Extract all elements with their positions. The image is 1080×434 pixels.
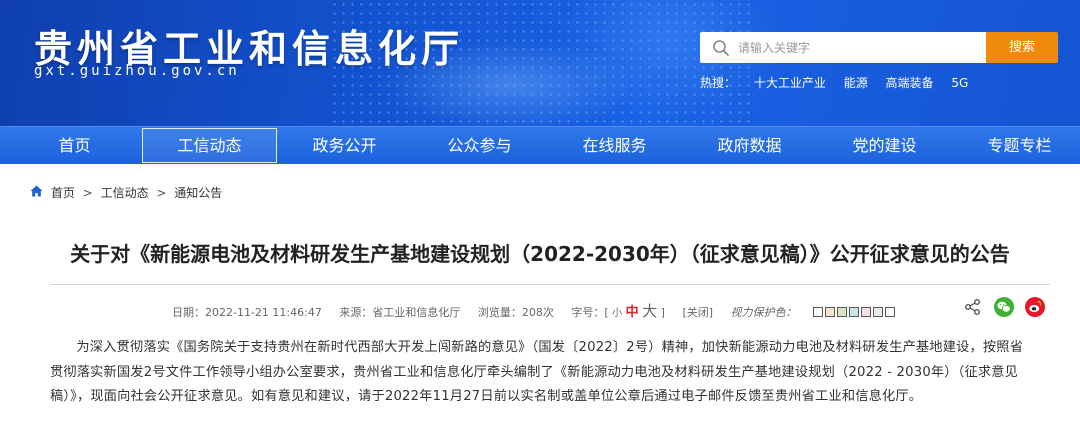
font-size-small-button[interactable]: 小 — [612, 308, 622, 319]
hot-link[interactable]: 5G — [951, 76, 968, 90]
breadcrumb-home[interactable]: 首页 — [51, 186, 75, 200]
search-box — [700, 32, 986, 63]
font-size-large-button[interactable]: 大 — [642, 302, 657, 320]
eye-care-color-swatch[interactable] — [812, 307, 823, 317]
nav-item-participation[interactable]: 公众参与 — [412, 127, 547, 165]
breadcrumb-separator: > — [156, 185, 167, 200]
eye-care-color-swatch[interactable] — [836, 307, 847, 317]
nav-item-news[interactable]: 工信动态 — [142, 128, 277, 163]
page: 贵州省工业和信息化厅 gxt.guizhou.gov.cn 搜索 热搜： 十大工… — [0, 0, 1080, 434]
eye-care-color-swatch[interactable] — [860, 307, 871, 317]
article-meta: 日期：2022-11-21 11:46:47 来源：省工业和信息化厅 浏览量：2… — [172, 300, 909, 321]
hot-search-label: 热搜： — [700, 76, 737, 90]
breadcrumb-notices[interactable]: 通知公告 — [174, 186, 222, 200]
breadcrumb-news[interactable]: 工信动态 — [101, 186, 149, 200]
nav-item-public-affairs[interactable]: 政务公开 — [277, 127, 412, 165]
close-button[interactable]: [关闭] — [682, 306, 713, 319]
eye-care-color-swatch[interactable] — [824, 307, 835, 317]
nav-item-home[interactable]: 首页 — [7, 127, 142, 165]
font-size-control: 字号：[ 小 中 大 ] — [571, 302, 668, 320]
search-icon — [713, 40, 729, 56]
hot-link[interactable]: 能源 — [844, 74, 868, 91]
main-nav: 首页 工信动态 政务公开 公众参与 在线服务 政府数据 党的建设 专题专栏 — [0, 126, 1080, 164]
hot-search-bar: 热搜： 十大工业产业 能源 高端装备 5G — [700, 74, 982, 92]
breadcrumb: 首页 > 工信动态 > 通知公告 — [30, 184, 222, 200]
publish-date: 日期：2022-11-21 11:46:47 — [172, 306, 322, 319]
eye-care-color-swatch[interactable] — [884, 307, 895, 317]
search-button[interactable]: 搜索 — [986, 32, 1058, 63]
weibo-icon[interactable] — [1025, 296, 1046, 317]
font-size-label: 字号： — [571, 306, 605, 319]
site-domain: gxt.guizhou.gov.cn — [34, 63, 240, 79]
nav-item-online-service[interactable]: 在线服务 — [547, 127, 682, 165]
wechat-icon[interactable] — [994, 296, 1015, 317]
share-icon[interactable] — [963, 297, 983, 317]
eye-care-swatches — [811, 306, 895, 319]
eye-care-color-swatch[interactable] — [872, 307, 883, 317]
nav-item-special-topics[interactable]: 专题专栏 — [952, 127, 1080, 165]
breadcrumb-separator: > — [82, 185, 93, 200]
nav-item-gov-data[interactable]: 政府数据 — [682, 127, 817, 165]
search-input[interactable] — [738, 32, 982, 63]
title-divider — [50, 284, 1050, 285]
bracket-open: [ — [604, 306, 609, 319]
bracket-close: ] — [660, 306, 665, 319]
hot-link[interactable]: 高端装备 — [886, 74, 934, 91]
article-source: 来源：省工业和信息化厅 — [339, 306, 461, 319]
view-count: 浏览量：208次 — [477, 306, 554, 319]
hot-link[interactable]: 十大工业产业 — [754, 74, 826, 91]
eye-care-color-label: 视力保护色： — [730, 306, 797, 319]
nav-item-party-building[interactable]: 党的建设 — [817, 127, 952, 165]
article-title: 关于对《新能源电池及材料研发生产基地建设规划（2022-2030年）（征求意见稿… — [70, 242, 1010, 266]
home-icon — [30, 185, 43, 197]
site-header: 贵州省工业和信息化厅 gxt.guizhou.gov.cn 搜索 热搜： 十大工… — [0, 0, 1080, 126]
eye-care-color-swatch[interactable] — [848, 307, 859, 317]
share-bar — [963, 296, 1051, 320]
article-body: 为深入贯彻落实《国务院关于支持贵州在新时代西部大开发上闯新路的意见》（国发〔20… — [50, 340, 1024, 404]
font-size-medium-button[interactable]: 中 — [626, 305, 639, 320]
